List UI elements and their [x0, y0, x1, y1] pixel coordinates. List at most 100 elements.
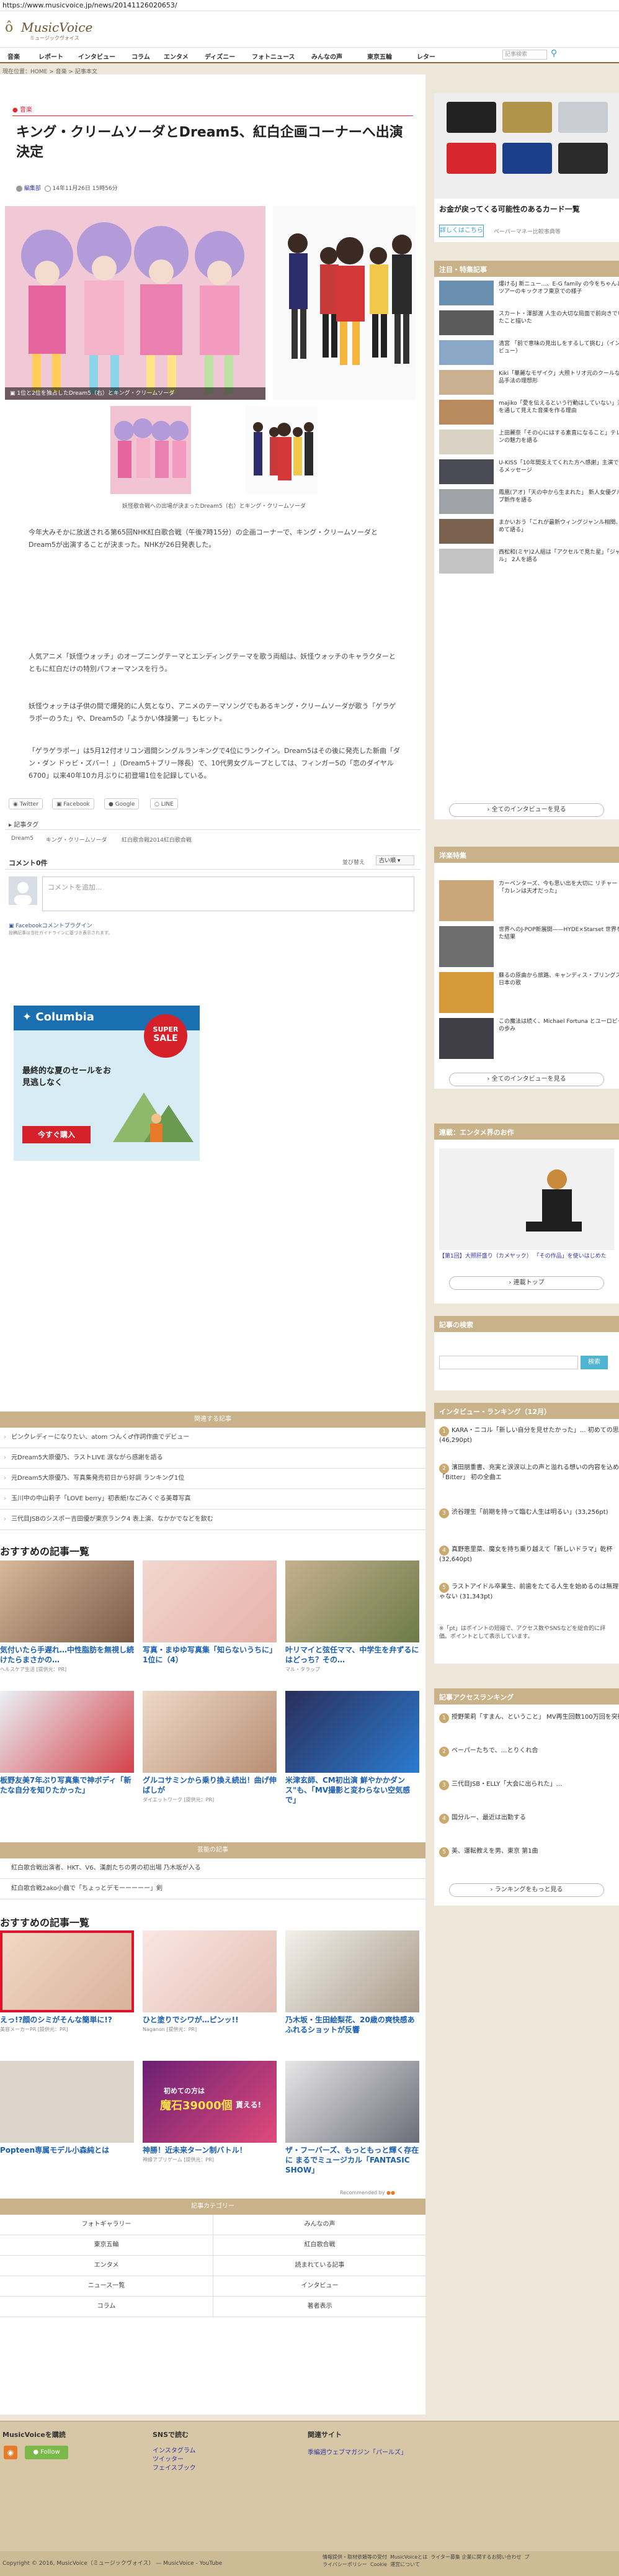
share-google-button[interactable]: ● Google — [104, 798, 140, 809]
related-item-2[interactable]: › 元Dream5大原優乃、ラストLIVE 涙ながら感謝を語る — [0, 1448, 425, 1469]
category-photo[interactable]: フォトギャラリー — [0, 2215, 213, 2235]
sidebar-ad[interactable]: お金が戻ってくる可能性のあるカード一覧 詳しくはこちら ペーパーマネー比較事典等 — [434, 93, 619, 242]
interview-item-10[interactable]: 西松和(ミヤ)2人組は「アクセルで見た星」「ジャンル」 2人を語る — [439, 549, 619, 576]
footer-link-instagram[interactable]: インスタグラム — [153, 2447, 196, 2456]
rec1-card-6[interactable]: 米津玄師、CM初出演 鮮やかかダンス"も、「MV撮影と変わらない空気感で」 — [285, 1691, 419, 1806]
rec1-card-1[interactable]: 気付いたら手遅れ…中性脂肪を無視し続けたらまさかの… ヘルスケア生活 [提供元：P… — [0, 1560, 134, 1673]
thumb-photo-right[interactable] — [246, 406, 318, 494]
ranking-item-5[interactable]: 5 ラストアイドル卒業生、前歯をたてる人生を始めるのは無理じゃない (31,343… — [439, 1583, 619, 1601]
facebook-plugin-link[interactable]: ▣ Facebookコメントプラグイン — [9, 921, 92, 929]
interview-item-5[interactable]: majiko「愛を伝えるという行動はしていない」活動を通して見えた音楽を作る理由 — [439, 400, 619, 427]
footer-bottom-link-1[interactable]: 情報提供・取材依頼等の受付 — [323, 2554, 387, 2560]
related-item-3[interactable]: › 元Dream5大原優乃、写真集発売初日から好調 ランキング1位 — [0, 1469, 425, 1489]
related-item-4[interactable]: › 玉川中の中山莉子「LOVE berry」初表紙!なごみくぐる美尊写真 — [0, 1489, 425, 1510]
nav-item-interview[interactable]: インタビュー — [78, 52, 115, 61]
interview-item-1[interactable]: 爆けるJ 新ニュー…、E-G family の今をちゃんと…ツアーのキックオフ東… — [439, 281, 619, 308]
browser-url[interactable]: https://www.musicvoice.jp/news/201411260… — [0, 0, 619, 11]
sidebar-ad-button[interactable]: 詳しくはこちら — [439, 225, 484, 237]
interview-item-8[interactable]: 鳳凰(アオ)「天の中から生まれた」 新人女優グループ新作を語る — [439, 489, 619, 516]
category-interview[interactable]: インタビュー — [213, 2276, 426, 2297]
category-olympic[interactable]: 東京五輪 — [0, 2235, 213, 2256]
events-item-1[interactable]: 紅白歌合戦出演者、HKT、V6、漢劇たちの男の初出場 乃木坂が入る — [0, 1858, 425, 1879]
nav-item-report[interactable]: レポート — [38, 52, 63, 61]
interview-item-9[interactable]: まかいおう「これが最新ウィングジャンル相関、改めて語る」 — [439, 519, 619, 546]
interview-item-2[interactable]: スカート・澤部渡 人生の大切な局面で前向きでいれたこと描いた — [439, 310, 619, 338]
serial-caption[interactable]: 【第1回】大照肝盛り（カメヤック） 「その作品」を使いはじめた — [439, 1253, 614, 1260]
nav-item-disney[interactable]: ディズニー — [205, 52, 235, 61]
nav-item-letter[interactable]: レター — [417, 52, 435, 61]
category-authors[interactable]: 著者表示 — [213, 2297, 426, 2317]
category-voice[interactable]: みんなの声 — [213, 2215, 426, 2235]
tag-item-3[interactable]: 紅白歌合戦2014紅白歌合戦 — [122, 835, 192, 844]
footer-bottom-link-6[interactable]: Cookie — [370, 2562, 387, 2567]
footer-link-pearls[interactable]: 季編週ウェブマガジン「パールズ」 — [308, 2447, 407, 2456]
events-item-2[interactable]: 紅白歌合戦2ako小曲で「ちょっとデモーーーーー」剣 — [0, 1879, 425, 1899]
drama-item-1[interactable]: カーペンターズ、今も思い出を大切に リチャード「カレンは天才だった」 — [439, 880, 619, 924]
sidebar-search-button[interactable]: 検索 — [581, 1356, 608, 1369]
sort-select[interactable]: 古い順 ▾ — [376, 855, 414, 865]
drama-item-2[interactable]: 世界へのJ-POP新展開——HYDE×Starset 世界を見た結果 — [439, 926, 619, 970]
drama-item-4[interactable]: この魔法は続く、Michael Fortuna とユーロビートの歩み — [439, 1018, 619, 1061]
follow-button[interactable]: ● Follow — [25, 2446, 68, 2459]
access-item-3[interactable]: 3 三代目JSB・ELLY「大会に出られた」… — [439, 1780, 619, 1790]
serial-top-button[interactable]: › 連載トップ — [449, 1276, 604, 1290]
author-name[interactable]: 編集部 — [24, 186, 41, 192]
access-more-button[interactable]: › ランキングをもっと見る — [449, 1883, 604, 1897]
nav-item-entame[interactable]: エンタメ — [164, 52, 189, 61]
category-entame[interactable]: エンタメ — [0, 2256, 213, 2276]
drama-more-button[interactable]: › 全てのインタビューを見る — [449, 1073, 604, 1086]
comment-input[interactable]: コメントを追加... — [42, 876, 414, 911]
interview-item-6[interactable]: 上田麗奈「その心にはする素直になること」テレホンの魅力を語る — [439, 430, 619, 457]
site-logo[interactable]: ô MusicVoice ミュージックヴォイス — [5, 17, 92, 42]
nav-item-photonews[interactable]: フォトニュース — [252, 52, 295, 61]
rec1-card-5[interactable]: グルコサミンから乗り換え続出！曲げ伸ばしが ダイエットワーク [提供元：PR] — [143, 1691, 277, 1803]
rec1-card-3[interactable]: 叶リマイと弦任ママ、中学生を弁ずるにはどっち？その… マル・タラップ — [285, 1560, 419, 1673]
ranking-item-2[interactable]: 2 濱田朋重書、充実と涙涙以上の声と溢れる想いの内容を込めた 「Bitter」 初… — [439, 1464, 619, 1482]
access-item-5[interactable]: 5 美、運転教えを男、東京 第1曲 — [439, 1847, 619, 1857]
nav-item-column[interactable]: コラム — [131, 52, 150, 61]
secondary-photo[interactable] — [273, 206, 416, 400]
ad-cta-button[interactable]: 今すぐ購入 — [22, 1126, 91, 1143]
search-icon[interactable]: ⚲ — [551, 48, 557, 58]
share-twitter-button[interactable]: ◉ Twitter — [9, 798, 43, 809]
rec2-card-1[interactable]: えっ!?顔のシミがそんな簡単に!? 美容メーカーPR [提供元：PR] — [0, 1930, 134, 2033]
interview-more-button[interactable]: › 全てのインタビューを見る — [449, 803, 604, 817]
footer-bottom-link-4[interactable]: 企業に関するお問い合わせ — [461, 2554, 521, 2560]
category-popular[interactable]: 読まれている記事 — [213, 2256, 426, 2276]
nav-item-voice[interactable]: みんなの声 — [311, 52, 342, 61]
nav-item-olympic[interactable]: 東京五輪 — [367, 52, 392, 61]
ranking-item-3[interactable]: 3 渋谷理生「前期を持って臨む人生は明るい」(33,256pt) — [439, 1508, 619, 1518]
category-kohaku[interactable]: 紅白歌合戦 — [213, 2235, 426, 2256]
category-tag[interactable]: ● 音楽 — [12, 104, 32, 114]
rec2-card-6[interactable]: ザ・フーバーズ、もっともっと輝く存在に まるでミュージカル「FANTASIC S… — [285, 2061, 419, 2176]
rec2-card-5[interactable]: 初めての方は 魔石39000個 貰える! 神勝！近未来ターン制バトル！ 神縁アプリ… — [143, 2061, 277, 2163]
search-input[interactable]: 記事検索 — [502, 50, 547, 60]
rec1-card-2[interactable]: 写真・まゆゆ写真集「知らないうちに」1位に（4） — [143, 1560, 277, 1666]
access-item-2[interactable]: 2 ペーパーたちで、…とりくれ合 — [439, 1747, 619, 1757]
access-item-4[interactable]: 4 国分ルー、最近は出勤する — [439, 1814, 619, 1824]
footer-bottom-link-2[interactable]: MusicVoiceとは — [390, 2554, 427, 2560]
interview-item-4[interactable]: Kiki「華麗なモザイク」大照トリオ元のクールな作品手法の理想形 — [439, 370, 619, 397]
rec2-card-4[interactable]: Popteen専属モデル小森純とは — [0, 2061, 134, 2156]
share-facebook-button[interactable]: ▣ Facebook — [52, 798, 94, 809]
tag-item-1[interactable]: Dream5 — [11, 835, 33, 842]
ranking-item-4[interactable]: 4 真野恵里菜、魔女を持ち乗り越えて「新しいドラマ」乾杯(32,640pt) — [439, 1546, 619, 1564]
rec2-card-2[interactable]: ひと塗りでシワが…ピンッ!! Naganon [提供元：PR] — [143, 1930, 277, 2033]
tag-item-2[interactable]: キング・クリームソーダ — [46, 835, 107, 844]
category-news-list[interactable]: ニュース一覧 — [0, 2276, 213, 2297]
ranking-item-1[interactable]: 1 KARA・ニコル「新しい自分を見せたかった」… 初めての思い (46,290p… — [439, 1426, 619, 1444]
serial-image[interactable] — [439, 1148, 614, 1250]
columbia-ad[interactable]: ✦ Columbia SUPER SALE 最終的な夏のセールをお見逃しなく 今… — [14, 1006, 200, 1161]
thumb-photo-left[interactable] — [110, 406, 191, 494]
share-line-button[interactable]: ○ LINE — [150, 798, 178, 809]
interview-item-3[interactable]: 清宮 「前で意味の見出しをするして挑む」（インタビュー） — [439, 340, 619, 367]
related-item-5[interactable]: › 三代目JSBのシスポー吉田優が東京ランク4 表上演、なかかでなどを飲む — [0, 1510, 425, 1530]
sidebar-search-input[interactable] — [439, 1356, 578, 1369]
rec1-card-4[interactable]: 板野友美7年ぶり写真集で神ボディ「新たな自分を知りたかった」 — [0, 1691, 134, 1796]
nav-item-music[interactable]: 音楽 — [7, 52, 20, 61]
rec2-card-3[interactable]: 乃木坂・生田絵梨花、20歳の爽快感あふれるショットが反響 — [285, 1930, 419, 2036]
footer-link-facebook[interactable]: フェイスブック — [153, 2464, 196, 2473]
rss-icon[interactable]: ◉ — [4, 2446, 17, 2459]
footer-bottom-link-7[interactable]: 運営について — [390, 2562, 420, 2567]
footer-bottom-link-3[interactable]: ライター募集 — [430, 2554, 460, 2560]
